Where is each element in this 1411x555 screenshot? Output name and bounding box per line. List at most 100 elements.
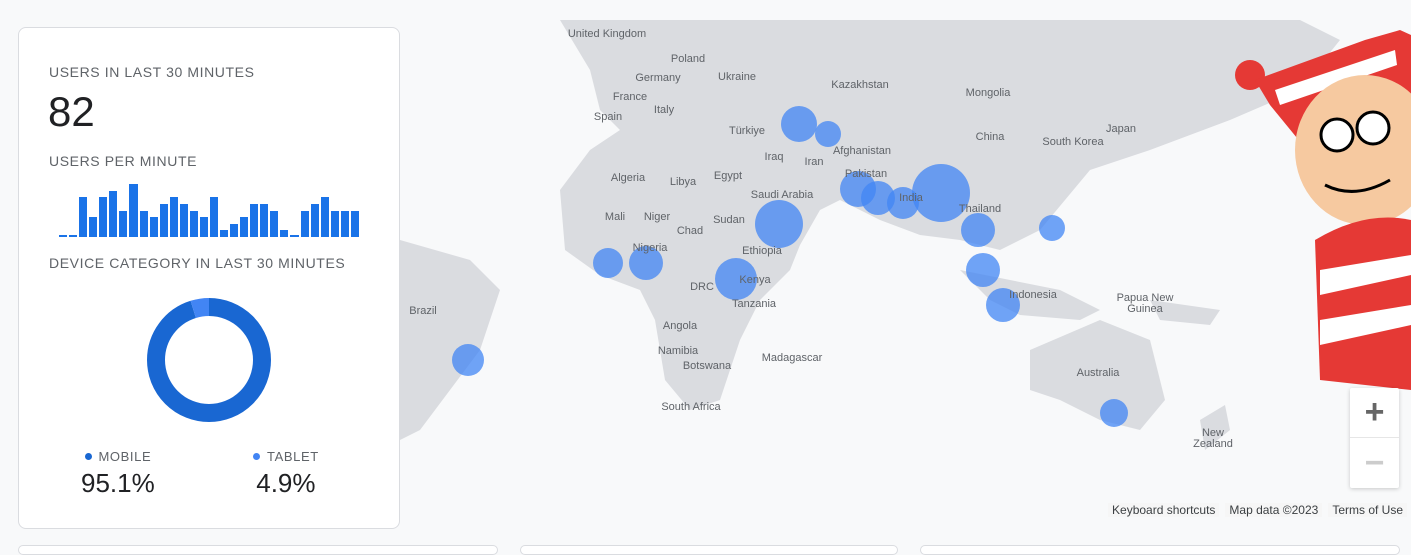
minute-bar[interactable] bbox=[350, 210, 359, 237]
map-label: Iran bbox=[804, 156, 824, 168]
map-label: South Africa bbox=[661, 401, 721, 413]
map-label: Algeria bbox=[610, 172, 646, 184]
map-label: Papua New Guinea bbox=[1116, 292, 1174, 315]
realtime-summary-card: USERS IN LAST 30 MINUTES 82 USERS PER MI… bbox=[18, 27, 400, 529]
keyboard-shortcuts-link[interactable]: Keyboard shortcuts bbox=[1108, 503, 1220, 517]
map-label: France bbox=[612, 91, 648, 103]
minute-bar[interactable] bbox=[79, 197, 88, 237]
map-label: Ethiopia bbox=[742, 245, 782, 257]
map-label: Brazil bbox=[409, 305, 437, 317]
map-label: Ukraine bbox=[718, 71, 756, 83]
minute-bar[interactable] bbox=[240, 217, 249, 237]
minute-bar[interactable] bbox=[280, 230, 289, 237]
zoom-in-button[interactable]: + bbox=[1350, 388, 1399, 438]
map-label: DRC bbox=[690, 281, 714, 293]
user-bubble[interactable] bbox=[755, 200, 803, 248]
minute-bar[interactable] bbox=[109, 190, 118, 237]
map-label: Saudi Arabia bbox=[750, 189, 814, 201]
user-bubble[interactable] bbox=[815, 121, 841, 147]
user-bubble[interactable] bbox=[966, 253, 1000, 287]
map-label: Indonesia bbox=[1009, 289, 1057, 301]
minute-bar[interactable] bbox=[209, 197, 218, 237]
minute-bar[interactable] bbox=[169, 197, 178, 237]
map-label: Türkiye bbox=[728, 125, 766, 137]
map-label: United Kingdom bbox=[567, 28, 647, 40]
bottom-card bbox=[520, 545, 898, 555]
device-title: DEVICE CATEGORY IN LAST 30 MINUTES bbox=[49, 255, 346, 271]
legend-mobile: MOBILE 95.1% bbox=[81, 449, 155, 499]
donut-slice-mobile[interactable] bbox=[147, 298, 271, 422]
map-label: Tanzania bbox=[731, 298, 777, 310]
minute-bar[interactable] bbox=[189, 210, 198, 237]
legend-label: TABLET bbox=[267, 449, 319, 464]
minute-bar[interactable] bbox=[89, 217, 98, 237]
minute-bar[interactable] bbox=[159, 203, 168, 237]
minute-bar[interactable] bbox=[99, 197, 108, 237]
map-attribution: Keyboard shortcuts Map data ©2023 Terms … bbox=[1108, 503, 1407, 517]
map-label: Angola bbox=[662, 320, 698, 332]
terms-of-use-link[interactable]: Terms of Use bbox=[1328, 503, 1407, 517]
user-bubble[interactable] bbox=[961, 213, 995, 247]
legend-tablet: TABLET 4.9% bbox=[253, 449, 319, 499]
map-label: India bbox=[899, 192, 923, 204]
bottom-card bbox=[920, 545, 1400, 555]
minute-bar[interactable] bbox=[69, 235, 78, 237]
mobile-dot-icon bbox=[84, 453, 92, 460]
minute-bar[interactable] bbox=[320, 197, 329, 237]
map-label: Madagascar bbox=[761, 352, 823, 364]
map-label: Iraq bbox=[764, 151, 784, 163]
map-label: Italy bbox=[653, 104, 675, 116]
minute-bar[interactable] bbox=[310, 203, 319, 237]
map-label: New Zealand bbox=[1193, 427, 1233, 450]
waldo-character-image bbox=[1235, 30, 1411, 390]
map-label: Chad bbox=[676, 225, 704, 237]
minute-bar[interactable] bbox=[139, 210, 148, 237]
map-label: China bbox=[975, 131, 1005, 143]
user-bubble[interactable] bbox=[781, 106, 817, 142]
minute-bar[interactable] bbox=[199, 217, 208, 237]
minute-bar[interactable] bbox=[220, 230, 229, 237]
map-label: Namibia bbox=[657, 345, 699, 357]
map-label: Mali bbox=[604, 211, 626, 223]
user-bubble[interactable] bbox=[1100, 399, 1128, 427]
legend-value: 95.1% bbox=[81, 468, 155, 498]
minute-bar[interactable] bbox=[330, 210, 339, 237]
tablet-dot-icon bbox=[253, 453, 260, 460]
map-label: Nigeria bbox=[632, 242, 668, 254]
minute-bar[interactable] bbox=[260, 203, 269, 237]
minute-bar[interactable] bbox=[340, 210, 349, 237]
minute-bar[interactable] bbox=[290, 235, 299, 237]
user-bubble[interactable] bbox=[452, 344, 484, 376]
map-label: Sudan bbox=[713, 214, 745, 226]
legend-value: 4.9% bbox=[256, 468, 316, 498]
legend-label: MOBILE bbox=[98, 449, 152, 464]
map-label: Niger bbox=[643, 211, 671, 223]
map-label: Libya bbox=[669, 176, 697, 188]
users-count: 82 bbox=[48, 88, 95, 135]
minute-bar[interactable] bbox=[119, 210, 128, 237]
map-label: Japan bbox=[1106, 123, 1136, 135]
map-label: Pakistan bbox=[844, 168, 888, 180]
map-label: Kazakhstan bbox=[831, 79, 889, 91]
map-label: Mongolia bbox=[965, 87, 1011, 99]
minute-bar[interactable] bbox=[179, 203, 188, 237]
map-label: Egypt bbox=[713, 170, 743, 182]
map-data-text: Map data ©2023 bbox=[1225, 503, 1323, 517]
map-zoom-controls: + − bbox=[1350, 388, 1399, 488]
minute-bar[interactable] bbox=[270, 210, 279, 237]
minute-bar[interactable] bbox=[59, 235, 68, 237]
user-bubble[interactable] bbox=[593, 248, 623, 278]
map-label: Australia bbox=[1076, 367, 1120, 379]
map-label: Afghanistan bbox=[832, 145, 892, 157]
user-bubble[interactable] bbox=[1039, 215, 1065, 241]
minute-bar[interactable] bbox=[149, 217, 158, 237]
minute-bar[interactable] bbox=[129, 184, 138, 237]
minute-bar[interactable] bbox=[300, 210, 309, 237]
zoom-out-button[interactable]: − bbox=[1350, 438, 1399, 488]
map-label: Thailand bbox=[958, 203, 1002, 215]
minute-bar[interactable] bbox=[230, 223, 239, 237]
users-title: USERS IN LAST 30 MINUTES bbox=[49, 64, 255, 80]
map-label: South Korea bbox=[1042, 136, 1104, 148]
per-minute-title: USERS PER MINUTE bbox=[49, 153, 198, 169]
minute-bar[interactable] bbox=[250, 203, 259, 237]
